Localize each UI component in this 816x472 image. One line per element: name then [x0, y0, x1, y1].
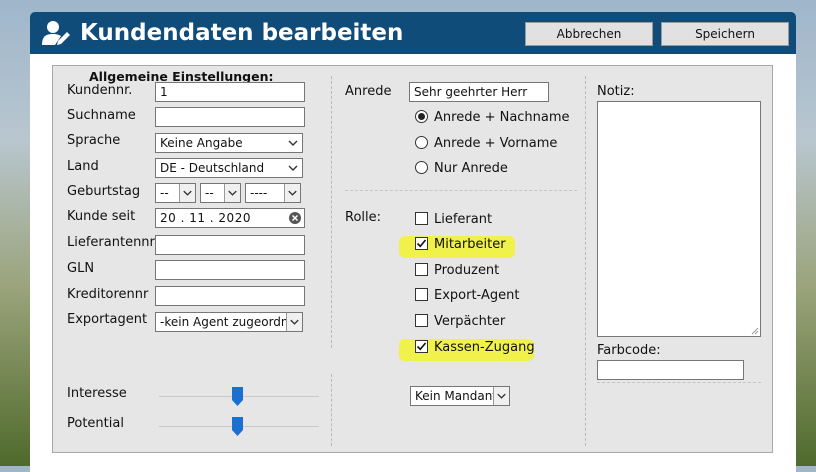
chevron-down-icon: [284, 184, 300, 202]
resize-grip-icon[interactable]: [750, 326, 759, 335]
customer-no-input[interactable]: 1: [155, 82, 305, 102]
birthday-day-value: --: [160, 186, 169, 200]
birthday-month-value: --: [205, 186, 214, 200]
birthday-month-select[interactable]: --: [200, 183, 241, 203]
interest-slider-thumb[interactable]: [231, 387, 243, 406]
user-edit-icon: [42, 21, 70, 45]
country-select-value: DE - Deutschland: [160, 161, 265, 175]
section-divider: [597, 382, 761, 383]
export-agent-select[interactable]: -kein Agent zugeordnet-: [155, 312, 303, 332]
customer-no-label: Kundennr.: [67, 83, 133, 98]
language-label: Sprache: [67, 133, 121, 148]
export-agent-label: Exportagent: [67, 312, 148, 327]
supplier-no-input[interactable]: [155, 235, 305, 255]
column-divider: [585, 76, 586, 446]
chevron-down-icon: [224, 184, 240, 202]
role-lessor-label: Verpächter: [434, 314, 506, 329]
birthday-year-select[interactable]: ----: [245, 183, 301, 203]
role-label: Rolle:: [345, 210, 382, 225]
export-agent-select-value: -kein Agent zugeordnet-: [160, 315, 303, 329]
salutation-only-radio[interactable]: [415, 161, 428, 174]
salutation-only-label: Nur Anrede: [434, 161, 508, 176]
salutation-firstname-label: Anrede + Vorname: [434, 136, 558, 151]
section-divider: [345, 190, 577, 191]
search-name-label: Suchname: [67, 108, 136, 123]
supplier-no-label: Lieferantennr: [67, 235, 155, 250]
notes-textarea[interactable]: [597, 101, 761, 337]
language-select[interactable]: Keine Angabe: [155, 133, 303, 153]
language-select-value: Keine Angabe: [160, 136, 243, 150]
salutation-lastname-radio[interactable]: [415, 110, 428, 123]
column-divider: [331, 76, 332, 348]
role-employee-checkbox[interactable]: [415, 237, 428, 250]
customer-since-value: 20 . 11 . 2020: [160, 211, 251, 225]
background-right: [794, 0, 816, 466]
role-cash-access-label: Kassen-Zugang: [434, 340, 535, 355]
chevron-down-icon: [288, 140, 298, 146]
country-label: Land: [67, 159, 99, 174]
role-supplier-checkbox[interactable]: [415, 212, 428, 225]
search-name-input[interactable]: [155, 107, 305, 127]
notes-label: Notiz:: [597, 84, 635, 99]
role-producer-label: Produzent: [434, 263, 500, 278]
save-button[interactable]: Speichern: [661, 22, 789, 46]
country-select[interactable]: DE - Deutschland: [155, 158, 303, 178]
customer-since-date-input[interactable]: 20 . 11 . 2020: [155, 208, 305, 228]
customer-edit-dialog: Kundendaten bearbeiten Abbrechen Speiche…: [30, 12, 796, 472]
interest-label: Interesse: [67, 386, 127, 401]
column-divider: [331, 374, 332, 446]
chevron-down-icon: [286, 313, 302, 331]
customer-since-label: Kunde seit: [67, 209, 136, 224]
background-left: [0, 0, 30, 466]
chevron-down-icon: [288, 165, 298, 171]
creditor-no-label: Kreditorennr: [67, 287, 149, 302]
role-lessor-checkbox[interactable]: [415, 314, 428, 327]
salutation-label: Anrede: [345, 84, 392, 99]
potential-label: Potential: [67, 416, 124, 431]
clear-icon[interactable]: [289, 212, 301, 224]
page-title: Kundendaten bearbeiten: [80, 20, 404, 46]
checkmark-icon: [416, 342, 427, 351]
general-settings-panel: Allgemeine Einstellungen: Kundennr. 1 Su…: [52, 65, 773, 453]
gln-input[interactable]: [155, 260, 305, 280]
birthday-label: Geburtstag: [67, 184, 141, 199]
chevron-down-icon: [179, 184, 195, 202]
birthday-year-value: ----: [250, 186, 268, 200]
creditor-no-input[interactable]: [155, 286, 305, 306]
potential-slider-thumb[interactable]: [231, 417, 243, 436]
role-supplier-label: Lieferant: [434, 212, 493, 227]
salutation-lastname-label: Anrede + Nachname: [434, 110, 570, 125]
salutation-input[interactable]: Sehr geehrter Herr: [409, 82, 549, 102]
checkmark-icon: [416, 239, 427, 248]
role-employee-label: Mitarbeiter: [434, 237, 506, 252]
role-export-agent-label: Export-Agent: [434, 288, 520, 303]
role-cash-access-checkbox[interactable]: [415, 340, 428, 353]
dialog-title-bar: Kundendaten bearbeiten: [42, 16, 403, 50]
role-producer-checkbox[interactable]: [415, 263, 428, 276]
mandant-select-value: Kein Mandant: [415, 389, 498, 403]
chevron-down-icon: [493, 387, 509, 405]
color-code-label: Farbcode:: [597, 343, 661, 358]
cancel-button[interactable]: Abbrechen: [525, 22, 653, 46]
gln-label: GLN: [67, 261, 95, 276]
role-export-agent-checkbox[interactable]: [415, 288, 428, 301]
mandant-select[interactable]: Kein Mandant: [410, 386, 510, 406]
salutation-firstname-radio[interactable]: [415, 136, 428, 149]
dialog-content: Allgemeine Einstellungen: Kundennr. 1 Su…: [30, 54, 796, 472]
birthday-day-select[interactable]: --: [155, 183, 196, 203]
color-code-input[interactable]: [597, 360, 744, 380]
